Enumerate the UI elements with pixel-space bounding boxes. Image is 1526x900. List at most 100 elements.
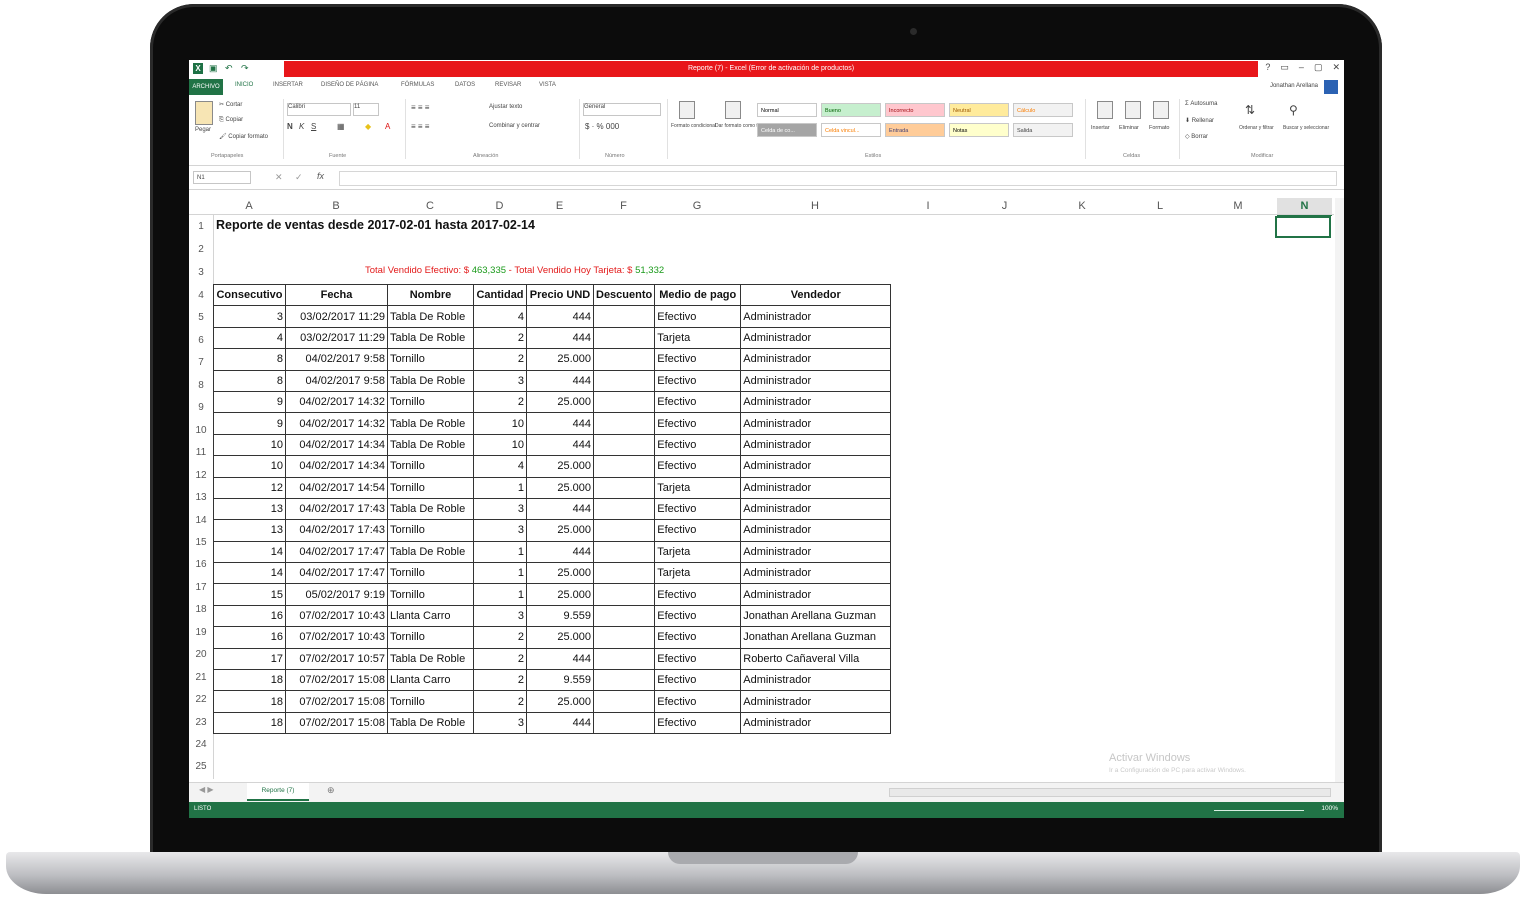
row-header[interactable]: 10	[190, 421, 212, 441]
row-header[interactable]: 9	[190, 398, 212, 418]
table-cell[interactable]: 07/02/2017 10:43	[285, 604, 388, 628]
table-cell[interactable]: Efectivo	[654, 669, 742, 692]
paste-icon[interactable]	[195, 101, 213, 125]
table-cell[interactable]: Tarjeta	[654, 562, 742, 585]
table-cell[interactable]: Efectivo	[654, 647, 742, 671]
style-input[interactable]: Entrada	[885, 123, 945, 137]
table-cell[interactable]: 444	[526, 326, 594, 350]
table-cell[interactable]: 3	[473, 369, 527, 392]
table-cell[interactable]: Efectivo	[654, 433, 742, 457]
table-cell[interactable]: Efectivo	[654, 305, 742, 328]
undo-icon[interactable]: ↶	[225, 63, 235, 74]
sort-filter-icon[interactable]: ⇅	[1245, 103, 1255, 117]
table-cell[interactable]: 16	[213, 626, 286, 649]
column-header[interactable]: J	[966, 198, 1043, 214]
table-cell[interactable]: 2	[473, 690, 527, 713]
row-header[interactable]: 7	[190, 353, 212, 373]
align-top-icon[interactable]: ≡ ≡ ≡	[411, 103, 429, 112]
font-color-icon[interactable]: A	[385, 122, 390, 131]
user-name[interactable]: Jonathan Arellana	[1270, 83, 1318, 89]
tab-view[interactable]: VISTA	[539, 82, 556, 88]
style-check-cell[interactable]: Celda de co...	[757, 123, 817, 137]
row-header[interactable]: 15	[190, 533, 212, 553]
table-cell[interactable]: 07/02/2017 10:57	[285, 647, 388, 671]
row-header[interactable]: 18	[190, 600, 212, 620]
tab-formulas[interactable]: FÓRMULAS	[401, 82, 434, 88]
table-cell[interactable]: 17	[213, 647, 286, 671]
table-cell[interactable]: 04/02/2017 9:58	[285, 369, 388, 392]
table-cell[interactable]: 3	[213, 305, 286, 328]
find-select-button[interactable]: Buscar y seleccionar	[1283, 125, 1329, 131]
row-header[interactable]: 21	[190, 668, 212, 688]
table-cell[interactable]: Tarjeta	[654, 326, 742, 350]
column-header[interactable]: I	[890, 198, 966, 214]
row-header[interactable]: 13	[190, 488, 212, 508]
table-cell[interactable]	[592, 497, 656, 521]
report-title[interactable]: Reporte de ventas desde 2017-02-01 hasta…	[216, 218, 535, 232]
table-cell[interactable]	[592, 647, 656, 671]
table-header-cell[interactable]: Precio UND	[526, 283, 594, 307]
table-cell[interactable]: 14	[213, 540, 286, 564]
table-cell[interactable]: 2	[473, 626, 527, 649]
cut-button[interactable]: ✂ Cortar	[219, 101, 242, 108]
row-header[interactable]: 24	[190, 735, 212, 755]
style-output[interactable]: Salida	[1013, 123, 1073, 137]
borders-icon[interactable]: ▦	[337, 122, 345, 131]
underline-button[interactable]: S	[311, 122, 316, 131]
column-header[interactable]: F	[593, 198, 654, 214]
select-all-corner[interactable]	[189, 198, 214, 214]
row-header[interactable]: 19	[190, 623, 212, 643]
table-cell[interactable]: 1	[473, 583, 527, 606]
table-cell[interactable]: 25.000	[526, 348, 594, 371]
table-cell[interactable]: Administrador	[740, 476, 892, 499]
table-cell[interactable]	[592, 669, 656, 692]
table-cell[interactable]: Administrador	[740, 690, 892, 713]
table-cell[interactable]: Tabla De Roble	[387, 369, 474, 392]
table-cell[interactable]: 444	[526, 711, 594, 735]
table-header-cell[interactable]: Cantidad	[473, 283, 527, 307]
table-cell[interactable]: Llanta Carro	[387, 604, 474, 628]
table-cell[interactable]: 2	[473, 647, 527, 671]
table-cell[interactable]: 2	[473, 390, 527, 414]
currency-icon[interactable]: $ · % 000	[585, 122, 619, 131]
style-bad[interactable]: Incorrecto	[885, 103, 945, 117]
table-cell[interactable]: Efectivo	[654, 369, 742, 392]
table-cell[interactable]: 8	[213, 348, 286, 371]
table-cell[interactable]: 04/02/2017 17:43	[285, 497, 388, 521]
row-header[interactable]: 5	[190, 308, 212, 328]
table-cell[interactable]: Tabla De Roble	[387, 711, 474, 735]
table-cell[interactable]: Tornillo	[387, 583, 474, 606]
table-cell[interactable]: 444	[526, 497, 594, 521]
style-calculation[interactable]: Cálculo	[1013, 103, 1073, 117]
table-cell[interactable]: Tornillo	[387, 519, 474, 542]
delete-cells-icon[interactable]	[1125, 101, 1141, 119]
table-cell[interactable]: 444	[526, 412, 594, 435]
table-header-cell[interactable]: Descuento	[592, 283, 656, 307]
totals-line[interactable]: Total Vendido Efectivo: $ 463,335 - Tota…	[365, 265, 664, 276]
autosum-button[interactable]: Σ Autosuma	[1185, 101, 1217, 107]
table-cell[interactable]: 10	[213, 455, 286, 478]
style-good[interactable]: Bueno	[821, 103, 881, 117]
table-cell[interactable]: 04/02/2017 17:43	[285, 519, 388, 542]
table-cell[interactable]: 25.000	[526, 476, 594, 499]
table-cell[interactable]: Efectivo	[654, 390, 742, 414]
row-header[interactable]: 17	[190, 578, 212, 598]
table-cell[interactable]	[592, 519, 656, 542]
table-cell[interactable]: 16	[213, 604, 286, 628]
cancel-icon[interactable]: ✕	[275, 172, 283, 183]
table-cell[interactable]: 13	[213, 497, 286, 521]
conditional-format-button[interactable]: Formato condicional	[671, 123, 716, 129]
format-as-table-icon[interactable]	[725, 101, 741, 119]
table-cell[interactable]: 25.000	[526, 583, 594, 606]
table-header-cell[interactable]: Fecha	[285, 283, 388, 307]
table-cell[interactable]: 4	[473, 305, 527, 328]
table-cell[interactable]: Efectivo	[654, 583, 742, 606]
table-cell[interactable]	[592, 455, 656, 478]
table-cell[interactable]: Administrador	[740, 455, 892, 478]
table-cell[interactable]: 4	[213, 326, 286, 350]
table-cell[interactable]: Tabla De Roble	[387, 326, 474, 350]
table-cell[interactable]: 444	[526, 540, 594, 564]
conditional-format-icon[interactable]	[679, 101, 695, 119]
row-header[interactable]: 8	[190, 376, 212, 396]
tab-review[interactable]: REVISAR	[495, 82, 521, 88]
